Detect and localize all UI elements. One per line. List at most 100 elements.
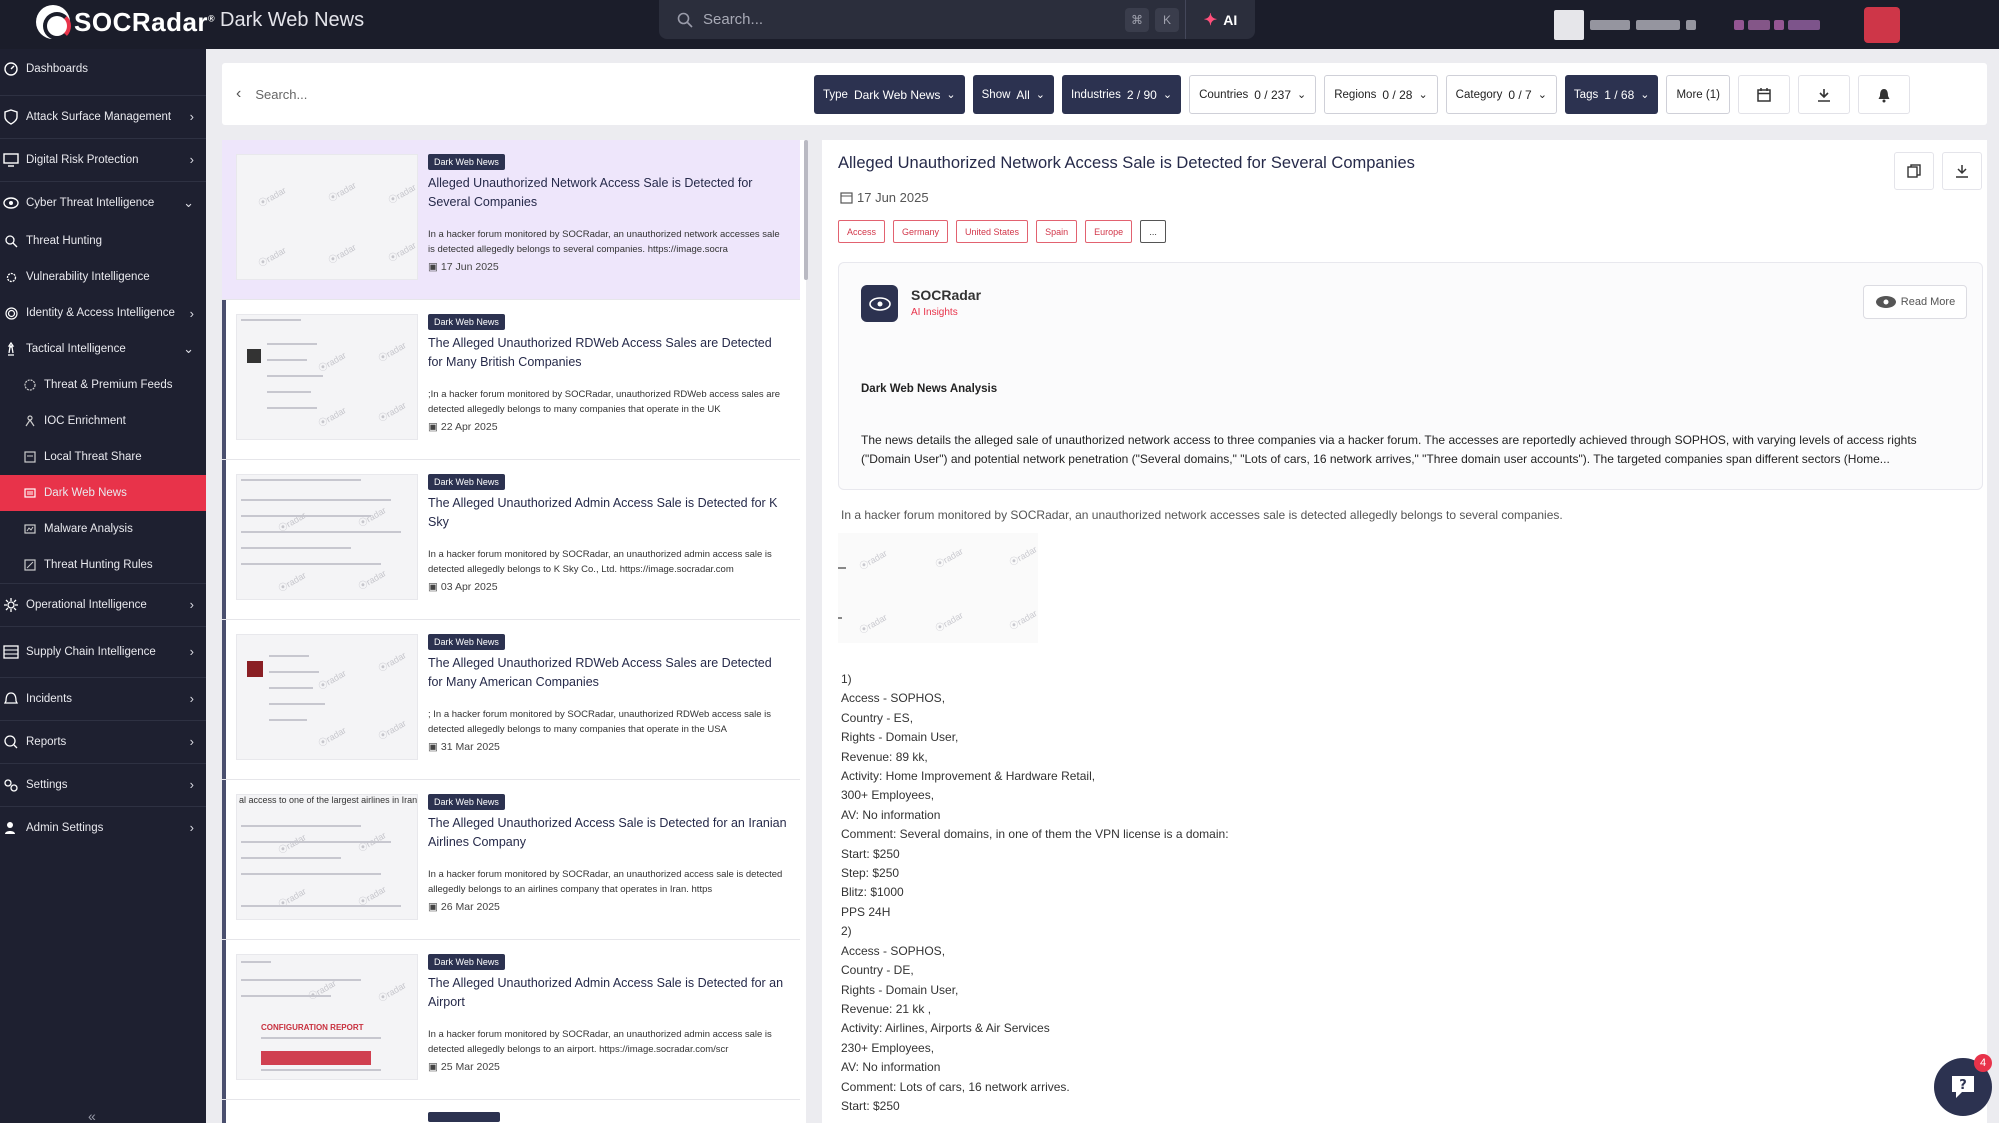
filter-label: Countries bbox=[1199, 88, 1249, 101]
blurred-text bbox=[1734, 19, 1744, 30]
sidebar-item-incidents[interactable]: Incidents › bbox=[0, 677, 206, 719]
sidebar-item-dark-web-news[interactable]: Dark Web News bbox=[0, 475, 206, 511]
more-tags-button[interactable]: ... bbox=[1140, 220, 1167, 243]
sidebar-item-local-threat-share[interactable]: Local Threat Share bbox=[0, 439, 206, 475]
filter-countries[interactable]: Countries 0 / 237 ⌄ bbox=[1189, 75, 1317, 114]
calendar-button[interactable] bbox=[1737, 75, 1790, 114]
filter-industries[interactable]: Industries 2 / 90 ⌄ bbox=[1061, 75, 1182, 114]
sidebar-item-threat-premium-feeds[interactable]: Threat & Premium Feeds bbox=[0, 367, 206, 403]
user-avatar[interactable] bbox=[1864, 6, 1900, 43]
collapse-sidebar-button[interactable]: « bbox=[88, 1108, 96, 1123]
more-filters-button[interactable]: More (1) bbox=[1666, 75, 1730, 114]
news-date-text: 26 Mar 2025 bbox=[440, 901, 500, 913]
news-thumbnail: ⦿radar ⦿radar ⦿radar ⦿radar bbox=[236, 314, 418, 440]
tag-germany[interactable]: Germany bbox=[893, 220, 949, 243]
filter-type[interactable]: Type Dark Web News ⌄ bbox=[814, 75, 965, 114]
sidebar-item-digital-risk-protection[interactable]: Digital Risk Protection › bbox=[0, 138, 206, 180]
thumb-line bbox=[241, 979, 361, 981]
sidebar-item-threat-hunting-rules[interactable]: Threat Hunting Rules bbox=[0, 547, 206, 583]
sidebar-item-reports[interactable]: Reports › bbox=[0, 720, 206, 762]
news-list-item[interactable]: ⦿radar ⦿radar ⦿radar ⦿radar Dark Web News T… bbox=[222, 460, 800, 620]
news-title: The Alleged Unauthorized Access Sale is … bbox=[428, 816, 787, 849]
sidebar-item-dashboards[interactable]: Dashboards bbox=[0, 51, 206, 87]
logo[interactable]: SOCRadar® bbox=[36, 4, 215, 40]
tag-united-states[interactable]: United States bbox=[956, 220, 1029, 243]
filter-regions[interactable]: Regions 0 / 28 ⌄ bbox=[1324, 75, 1438, 114]
chat-badge: 4 bbox=[1974, 1054, 1992, 1072]
chevron-down-icon: ⌄ bbox=[1297, 89, 1307, 101]
item-indicator bbox=[222, 940, 226, 1099]
category-badge: Dark Web News bbox=[428, 474, 505, 490]
sidebar-item-attack-surface-management[interactable]: Attack Surface Management › bbox=[0, 95, 206, 137]
watermark: ⦿radar bbox=[276, 570, 308, 594]
filter-label: Show bbox=[981, 88, 1011, 101]
dashboard-icon bbox=[2, 60, 20, 78]
filter-show[interactable]: Show All ⌄ bbox=[972, 75, 1054, 114]
global-search[interactable]: Search... ⌘ K ✦ AI bbox=[659, 0, 1255, 39]
sidebar-item-label: Vulnerability Intelligence bbox=[26, 271, 150, 283]
filter-tags[interactable]: Tags 1 / 68 ⌄ bbox=[1564, 75, 1659, 114]
settings-icon bbox=[2, 776, 20, 794]
chevron-left-icon[interactable]: ‹ bbox=[236, 85, 241, 103]
ai-button[interactable]: ✦ AI bbox=[1185, 0, 1255, 39]
thumb-line bbox=[261, 1069, 381, 1071]
read-more-button[interactable]: Read More bbox=[1863, 285, 1967, 319]
thumb-line bbox=[838, 617, 842, 619]
sidebar-item-label: Admin Settings bbox=[26, 821, 104, 834]
watermark: ⦿radar bbox=[326, 180, 358, 204]
notification-tags-blurred[interactable] bbox=[1734, 19, 1820, 30]
list-scrollbar[interactable] bbox=[804, 140, 808, 280]
account-info-blurred[interactable] bbox=[1554, 9, 1696, 40]
detail-tags: Access Germany United States Spain Europ… bbox=[838, 220, 1167, 243]
news-list-item[interactable]: CONFIGURATION REPORT ⦿radar ⦿radar Dark W… bbox=[222, 940, 800, 1100]
sidebar-item-settings[interactable]: Settings › bbox=[0, 763, 206, 805]
tag-spain[interactable]: Spain bbox=[1036, 220, 1078, 243]
news-date-text: 03 Apr 2025 bbox=[440, 581, 498, 593]
chevron-right-icon: › bbox=[189, 734, 194, 749]
thumb-line bbox=[241, 499, 391, 501]
chevron-down-icon: ⌄ bbox=[1640, 89, 1650, 101]
news-list-item[interactable] bbox=[222, 1100, 800, 1123]
share-icon bbox=[22, 448, 38, 466]
news-search-input[interactable] bbox=[255, 86, 816, 102]
sidebar-item-vulnerability-intelligence[interactable]: Vulnerability Intelligence bbox=[0, 259, 206, 295]
news-description: In a hacker forum monitored by SOCRadar,… bbox=[428, 549, 772, 575]
thumb-line bbox=[241, 961, 271, 963]
sidebar-item-identity-access-intelligence[interactable]: Identity & Access Intelligence › bbox=[0, 295, 206, 331]
tag-access[interactable]: Access bbox=[838, 220, 886, 243]
sidebar-item-admin-settings[interactable]: Admin Settings › bbox=[0, 806, 206, 848]
tag-europe[interactable]: Europe bbox=[1085, 220, 1133, 243]
sidebar-item-cyber-threat-intelligence[interactable]: Cyber Threat Intelligence ⌄ bbox=[0, 181, 206, 223]
copy-button[interactable] bbox=[1894, 152, 1934, 190]
thumb-line bbox=[241, 563, 381, 565]
news-list-item[interactable]: ⦿radar ⦿radar ⦿radar ⦿radar ⦿radar ⦿radar Da… bbox=[222, 140, 800, 300]
category-badge: Dark Web News bbox=[428, 634, 505, 650]
filter-label: Type bbox=[823, 88, 848, 101]
download-button[interactable] bbox=[1797, 75, 1850, 114]
sidebar-item-supply-chain-intelligence[interactable]: Supply Chain Intelligence › bbox=[0, 626, 206, 676]
news-list-item[interactable]: ⦿radar ⦿radar ⦿radar ⦿radar Dark Web News T… bbox=[222, 300, 800, 460]
detail-download-button[interactable] bbox=[1942, 152, 1982, 190]
chevron-down-icon: ⌄ bbox=[1035, 89, 1045, 101]
global-search-input[interactable]: Search... bbox=[703, 11, 1125, 28]
news-title: Alleged Unauthorized Network Access Sale… bbox=[428, 176, 753, 209]
thumb-line bbox=[241, 319, 301, 321]
detail-date: 17 Jun 2025 bbox=[840, 190, 929, 205]
sidebar-item-malware-analysis[interactable]: Malware Analysis bbox=[0, 511, 206, 547]
filter-category[interactable]: Category 0 / 7 ⌄ bbox=[1445, 75, 1557, 114]
sidebar-item-ioc-enrichment[interactable]: IOC Enrichment bbox=[0, 403, 206, 439]
chevron-right-icon: › bbox=[189, 305, 194, 321]
sidebar-item-threat-hunting[interactable]: Threat Hunting bbox=[0, 223, 206, 259]
ai-insight-card: SOCRadar AI Insights Read More Dark Web … bbox=[838, 262, 1983, 490]
news-detail: Alleged Unauthorized Network Access Sale… bbox=[822, 140, 1987, 1123]
news-list-item[interactable]: ⦿radar ⦿radar ⦿radar ⦿radar Dark Web News T… bbox=[222, 620, 800, 780]
thumb-line bbox=[241, 531, 401, 533]
bell-icon bbox=[1878, 88, 1890, 102]
news-list-item[interactable]: al access to one of the largest airlines… bbox=[222, 780, 800, 940]
sidebar-item-tactical-intelligence[interactable]: Tactical Intelligence ⌄ bbox=[0, 331, 206, 367]
watermark: ⦿radar bbox=[376, 980, 408, 1004]
detail-summary: In a hacker forum monitored by SOCRadar,… bbox=[841, 508, 1563, 522]
sidebar-item-operational-intelligence[interactable]: Operational Intelligence › bbox=[0, 583, 206, 625]
item-indicator bbox=[222, 780, 226, 939]
notification-button[interactable] bbox=[1857, 75, 1910, 114]
